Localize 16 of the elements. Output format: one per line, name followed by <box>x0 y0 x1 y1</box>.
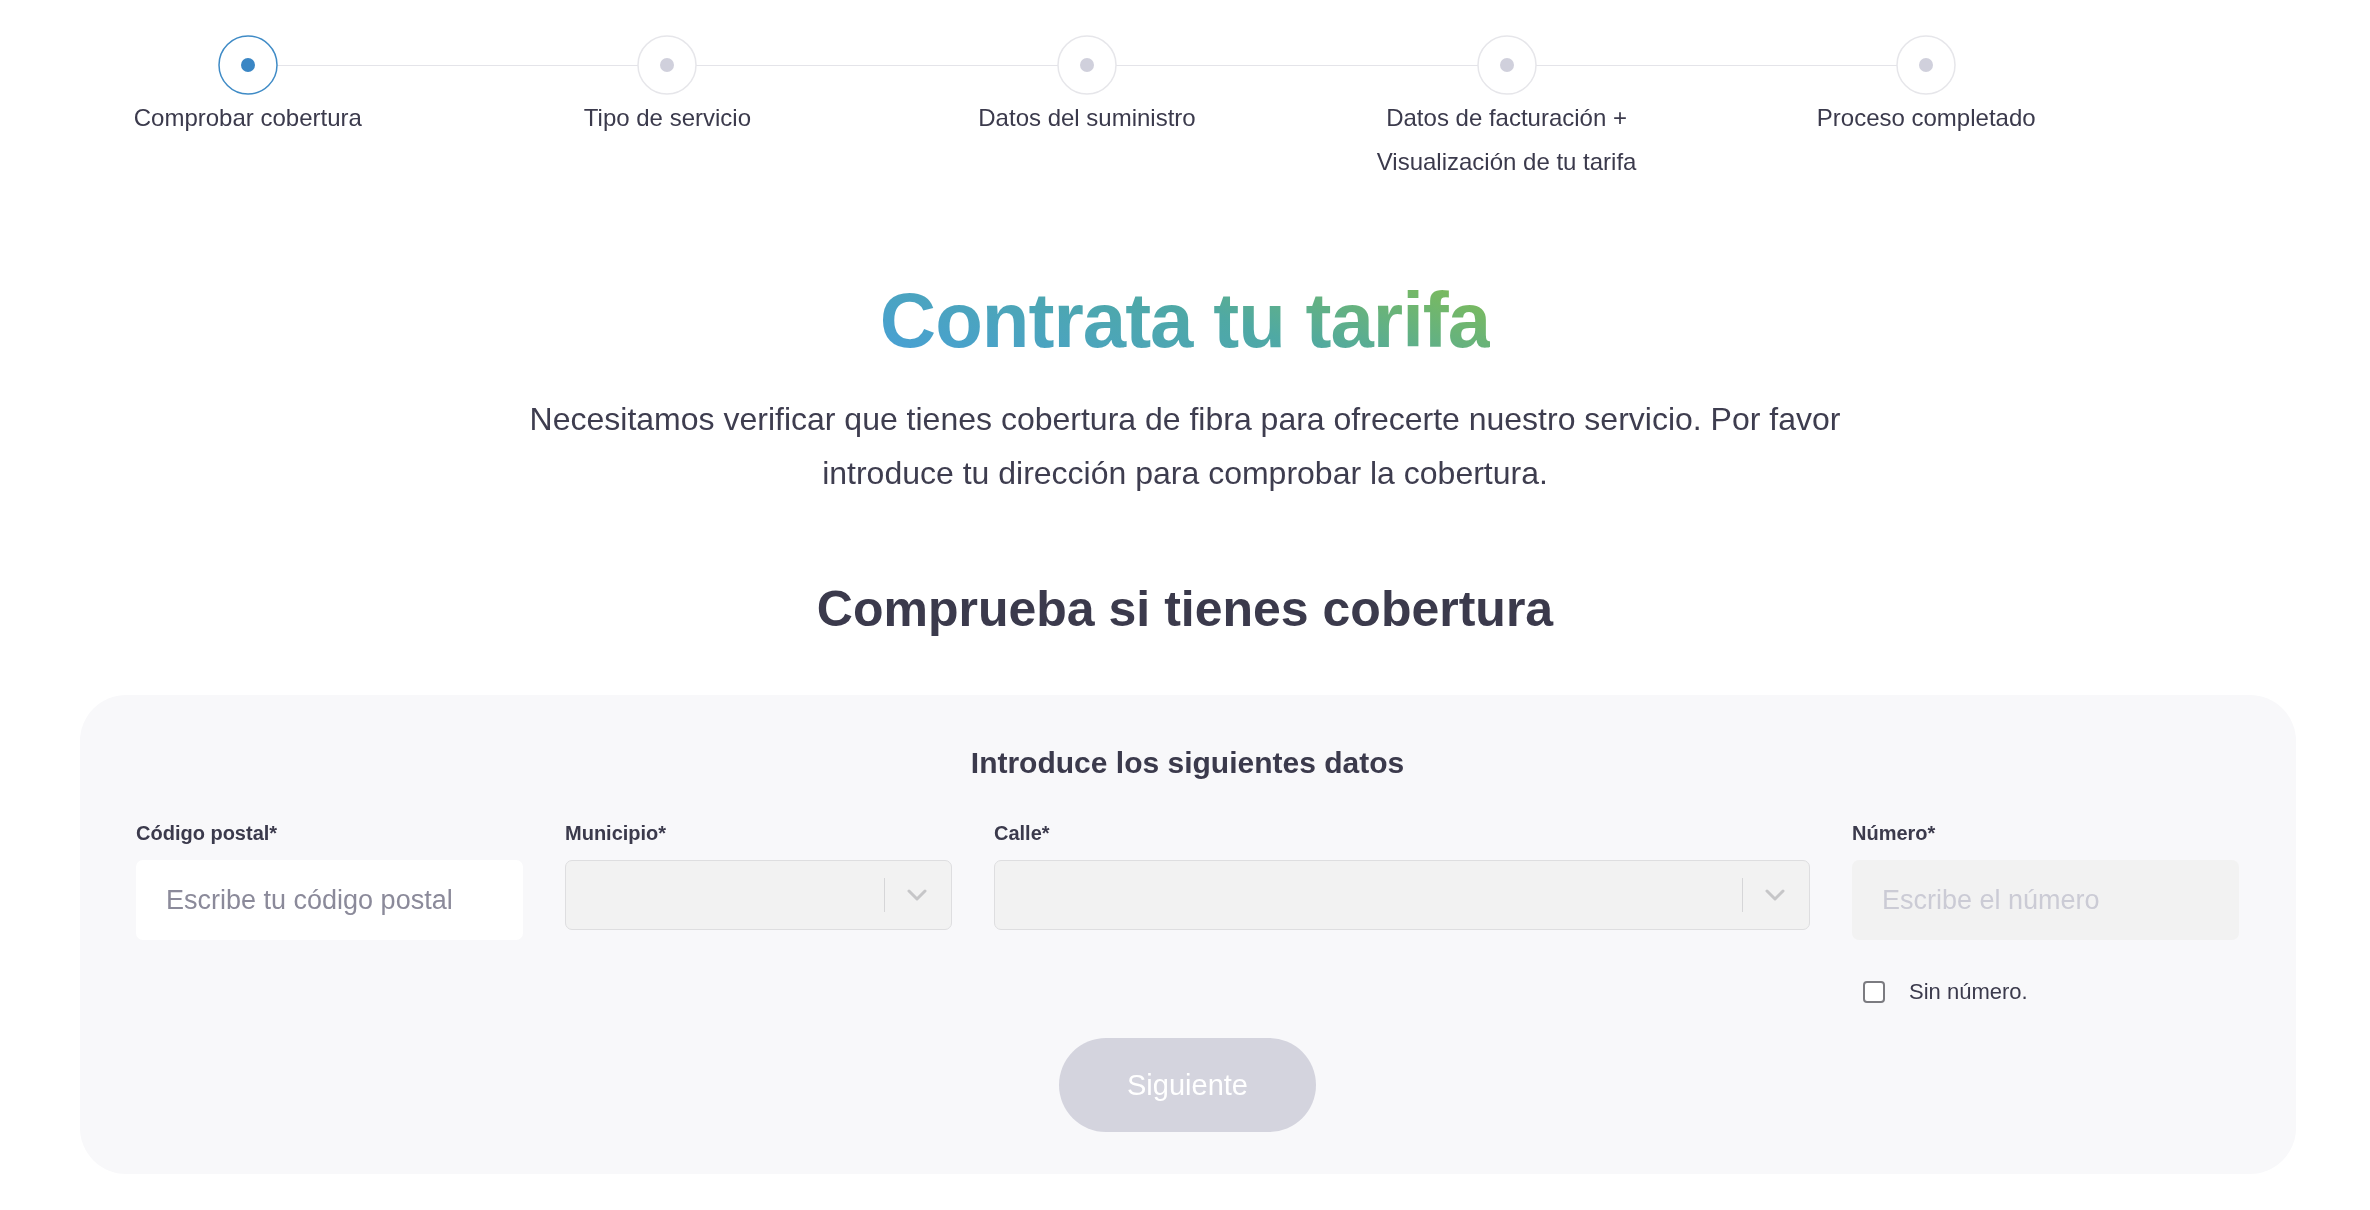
step-label: Datos del suministro <box>978 103 1196 133</box>
chevron-icon <box>907 889 927 901</box>
field-label: Municipio* <box>565 821 667 846</box>
step-label: Datos de facturación + Visualización de tu tarifa <box>1375 103 1638 177</box>
form-title: Introduce los siguientes datos <box>970 745 1405 781</box>
step-label: Proceso completado <box>1816 103 2036 133</box>
section-heading: Comprueba si tienes cobertura <box>816 580 1554 639</box>
field-label: Calle* <box>994 821 1050 846</box>
field-label: Número* <box>1852 821 1936 846</box>
text-field[interactable]: Escribe tu código postal <box>136 860 523 940</box>
intro-text: Necesitamos verificar que tienes cobertura de fibra para ofrecerte nuestro servicio. Por favor introduce tu dirección para comprobar la cobertura. <box>528 400 1842 493</box>
step-label: Comprobar cobertura <box>133 103 362 133</box>
chevron-icon <box>1765 889 1785 901</box>
field-label: Código postal* <box>136 821 278 846</box>
step-label: Tipo de servicio <box>583 103 751 133</box>
checkbox-label: Sin número. <box>1909 978 2028 1006</box>
